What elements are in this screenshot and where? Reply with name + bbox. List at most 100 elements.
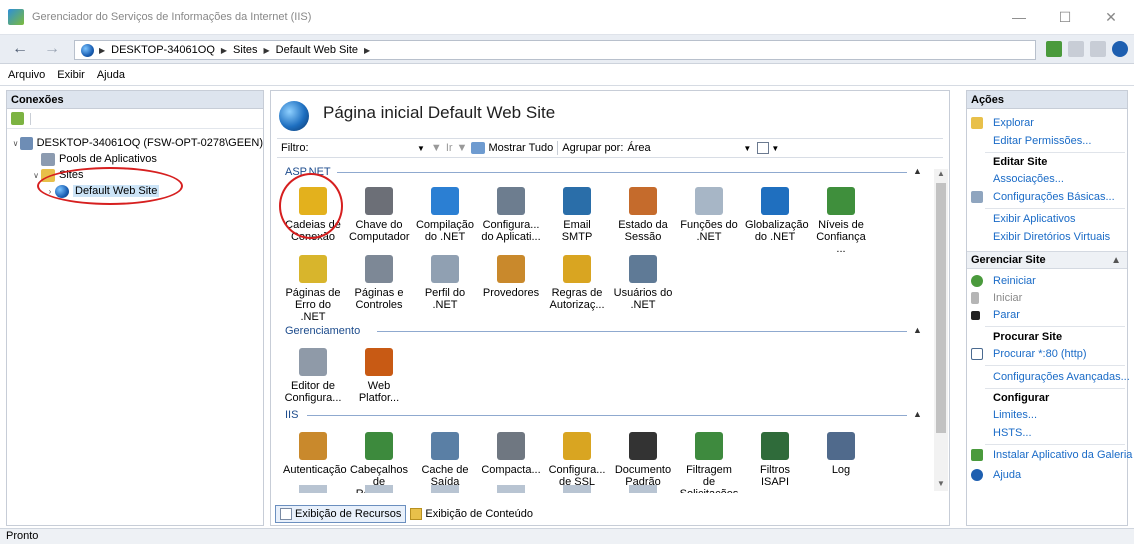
feature-icon xyxy=(365,255,393,283)
tree-item-server[interactable]: ∨ DESKTOP-34061OQ (FSW-OPT-0278\GEEN) xyxy=(7,135,263,151)
expander-icon[interactable]: ∨ xyxy=(31,171,41,180)
breadcrumb-sites[interactable]: Sites xyxy=(233,44,257,56)
status-bar: Pronto xyxy=(0,528,1134,544)
maximize-button[interactable]: ☐ xyxy=(1042,0,1088,34)
feature-aspnet-14[interactable]: Usuários do .NET xyxy=(613,255,673,311)
action-instalar-galeria[interactable]: Instalar Aplicativo da Galeria xyxy=(971,449,1132,461)
go-button[interactable]: Ir xyxy=(446,142,453,154)
feature-iis-6[interactable]: Filtragem de Solicitações xyxy=(679,432,739,493)
feature-iis-4[interactable]: Configura... de SSL xyxy=(547,432,607,488)
feature-label: Estado da Sessão xyxy=(618,219,668,243)
action-ajuda[interactable]: Ajuda xyxy=(971,469,1021,481)
feature-label: Usuários do .NET xyxy=(613,287,673,311)
back-button[interactable]: ← xyxy=(6,40,34,60)
feature-iis-8[interactable]: Log xyxy=(811,432,871,476)
action-explorar[interactable]: Explorar xyxy=(971,117,1034,129)
action-exibir-diretorios[interactable]: Exibir Diretórios Virtuais xyxy=(993,231,1110,243)
feature-aspnet-5[interactable]: Estado da Sessão xyxy=(613,187,673,243)
feature-aspnet-3[interactable]: Configura... do Aplicati... xyxy=(481,187,541,243)
feature-aspnet-7[interactable]: Globalização do .NET xyxy=(745,187,809,243)
menu-ajuda[interactable]: Ajuda xyxy=(97,69,125,81)
scroll-thumb[interactable] xyxy=(936,183,946,433)
feature-aspnet-1[interactable]: Chave do Computador xyxy=(349,187,410,243)
funnel-icon[interactable]: ▼ xyxy=(431,142,442,154)
stop-icon[interactable] xyxy=(1068,41,1084,57)
group-gerenciar-site[interactable]: Gerenciar Site ▲ xyxy=(967,251,1127,269)
collapse-icon[interactable]: ▲ xyxy=(1111,252,1121,269)
tree-item-app-pools[interactable]: Pools de Aplicativos xyxy=(7,151,263,167)
breadcrumb-server[interactable]: DESKTOP-34061OQ xyxy=(111,44,215,56)
annotation-circle xyxy=(279,173,343,239)
feature-aspnet-2[interactable]: Compilação do .NET xyxy=(415,187,475,243)
expander-icon[interactable]: ∨ xyxy=(11,139,20,148)
address-field[interactable]: ▶ DESKTOP-34061OQ ▶ Sites ▶ Default Web … xyxy=(74,40,1036,60)
breadcrumb-site[interactable]: Default Web Site xyxy=(276,44,358,56)
feature-icon xyxy=(761,187,789,215)
feature-icon xyxy=(431,187,459,215)
feature-icon xyxy=(827,187,855,215)
group-by-dropdown[interactable]: ▼ xyxy=(743,144,751,153)
feature-aspnet-13[interactable]: Regras de Autorizaç... xyxy=(547,255,607,311)
connections-title: Conexões xyxy=(7,91,263,109)
feature-label: Provedores xyxy=(482,287,540,299)
stop-icon xyxy=(971,310,980,320)
action-limites[interactable]: Limites... xyxy=(993,409,1037,421)
title-bar: Gerenciador do Serviços de Informações d… xyxy=(0,0,1134,34)
feature-aspnet-12[interactable]: Provedores xyxy=(481,255,541,299)
settings-icon xyxy=(971,191,983,203)
group-procurar-site: Procurar Site xyxy=(993,331,1063,343)
status-text: Pronto xyxy=(6,530,39,542)
feature-iis-1[interactable]: Cabeçalhos de Respos... xyxy=(349,432,409,493)
action-iniciar[interactable]: Iniciar xyxy=(971,292,1022,304)
group-by-select[interactable]: Área xyxy=(627,142,743,154)
action-reiniciar[interactable]: Reiniciar xyxy=(971,275,1036,287)
menu-exibir[interactable]: Exibir xyxy=(57,69,85,81)
feature-aspnet-10[interactable]: Páginas e Controles xyxy=(349,255,409,311)
feature-iis-5[interactable]: Documento Padrão xyxy=(613,432,673,488)
tab-features-view[interactable]: Exibição de Recursos xyxy=(275,505,407,523)
show-all-button[interactable]: Mostrar Tudo xyxy=(488,142,553,154)
action-parar[interactable]: Parar xyxy=(971,309,1020,321)
minimize-button[interactable]: — xyxy=(996,0,1042,34)
home-icon[interactable] xyxy=(1090,41,1106,57)
feature-iis-7[interactable]: Filtros ISAPI xyxy=(745,432,805,488)
action-config-basicas[interactable]: Configurações Básicas... xyxy=(971,191,1115,203)
action-config-avancadas[interactable]: Configurações Avançadas... xyxy=(993,371,1130,383)
help-icon xyxy=(971,469,983,481)
feature-icon xyxy=(563,187,591,215)
connect-icon[interactable] xyxy=(11,112,24,125)
feature-aspnet-8[interactable]: Níveis de Confiança ... xyxy=(811,187,871,255)
feature-aspnet-11[interactable]: Perfil do .NET xyxy=(415,255,475,311)
tab-content-view[interactable]: Exibição de Conteúdo xyxy=(406,505,537,523)
collapse-section-icon[interactable]: ▲ xyxy=(913,409,922,419)
action-procurar-80[interactable]: Procurar *:80 (http) xyxy=(971,348,1087,360)
tree-label: DESKTOP-34061OQ (FSW-OPT-0278\GEEN) xyxy=(36,137,263,149)
close-button[interactable]: ✕ xyxy=(1088,0,1134,34)
action-exibir-aplicativos[interactable]: Exibir Aplicativos xyxy=(993,213,1076,225)
feature-iis-0[interactable]: Autenticação xyxy=(283,432,347,476)
action-associacoes[interactable]: Associações... xyxy=(993,173,1064,185)
action-hsts[interactable]: HSTS... xyxy=(993,427,1032,439)
feature-icon xyxy=(497,485,525,493)
feature-label: Páginas e Controles xyxy=(354,287,404,311)
feature-gerenciamento-0[interactable]: Editor de Configura... xyxy=(283,348,343,404)
feature-aspnet-6[interactable]: Funções do .NET xyxy=(679,187,739,243)
vertical-scrollbar[interactable]: ▲ ▼ xyxy=(934,169,948,491)
forward-button[interactable]: → xyxy=(38,40,66,60)
filter-dropdown[interactable]: ▼ xyxy=(417,144,425,153)
help-icon[interactable] xyxy=(1112,41,1128,57)
refresh-icon[interactable] xyxy=(1046,41,1062,57)
feature-iis-2[interactable]: Cache de Saída xyxy=(415,432,475,488)
view-icon[interactable] xyxy=(757,142,770,154)
collapse-section-icon[interactable]: ▲ xyxy=(913,325,922,335)
filter-label: Filtro: xyxy=(281,142,309,154)
action-editar-permissoes[interactable]: Editar Permissões... xyxy=(993,135,1091,147)
feature-icon xyxy=(497,432,525,460)
feature-gerenciamento-1[interactable]: Web Platfor... xyxy=(349,348,409,404)
feature-iis-3[interactable]: Compacta... xyxy=(481,432,541,476)
feature-label: Filtros ISAPI xyxy=(760,464,790,488)
collapse-section-icon[interactable]: ▲ xyxy=(913,166,922,176)
menu-arquivo[interactable]: Arquivo xyxy=(8,69,45,81)
feature-aspnet-9[interactable]: Páginas de Erro do .NET xyxy=(283,255,343,323)
feature-aspnet-4[interactable]: Email SMTP xyxy=(547,187,607,243)
